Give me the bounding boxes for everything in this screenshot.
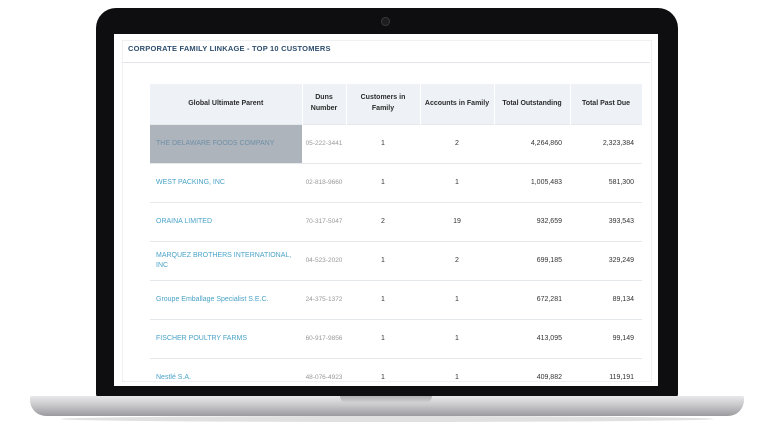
- accounts-in-family: 1: [420, 319, 494, 359]
- total-outstanding: 409,882: [494, 358, 570, 386]
- customers-in-family: 1: [346, 319, 420, 359]
- accounts-in-family: 1: [420, 163, 494, 203]
- laptop-shadow: [60, 416, 714, 422]
- table-row: FISCHER POULTRY FARMS 60-917-9856 1 1 41…: [150, 319, 642, 359]
- customers-in-family: 1: [346, 124, 420, 164]
- column-header-customers[interactable]: Customers in Family: [346, 84, 421, 125]
- table-row: Nestlé S.A. 48-076-4923 1 1 409,882 119,…: [150, 358, 642, 386]
- laptop-notch: [340, 396, 432, 403]
- laptop-lid: CORPORATE FAMILY LINKAGE - TOP 10 CUSTOM…: [96, 8, 678, 398]
- parent-link[interactable]: Nestlé S.A.: [150, 358, 302, 386]
- total-past-due: 89,134: [570, 280, 642, 320]
- column-header-parent[interactable]: Global Ultimate Parent: [150, 84, 303, 125]
- customers-in-family: 1: [346, 358, 420, 386]
- panel-divider: [122, 62, 650, 63]
- duns-number: 24-375-1372: [302, 280, 346, 320]
- panel-title: CORPORATE FAMILY LINKAGE - TOP 10 CUSTOM…: [128, 44, 331, 53]
- duns-number: 60-917-9856: [302, 319, 346, 359]
- total-outstanding: 413,095: [494, 319, 570, 359]
- total-past-due: 2,323,384: [570, 124, 642, 164]
- column-header-past-due[interactable]: Total Past Due: [570, 84, 643, 125]
- total-outstanding: 932,659: [494, 202, 570, 242]
- column-header-accounts[interactable]: Accounts in Family: [420, 84, 495, 125]
- accounts-in-family: 19: [420, 202, 494, 242]
- duns-number: 05-222-3441: [302, 124, 346, 164]
- total-past-due: 581,300: [570, 163, 642, 203]
- total-outstanding: 699,185: [494, 241, 570, 281]
- total-past-due: 393,543: [570, 202, 642, 242]
- table-row: Groupe Emballage Specialist S.E.C. 24-37…: [150, 280, 642, 320]
- total-past-due: 119,191: [570, 358, 642, 386]
- table-row: THE DELAWARE FOODS COMPANY 05-222-3441 1…: [150, 124, 642, 164]
- parent-link[interactable]: ORAINA LIMITED: [150, 202, 302, 242]
- parent-link[interactable]: MARQUEZ BROTHERS INTERNATIONAL, INC: [150, 241, 302, 281]
- total-past-due: 99,149: [570, 319, 642, 359]
- column-header-duns[interactable]: Duns Number: [302, 84, 347, 125]
- table-header-row: Global Ultimate Parent Duns Number Custo…: [150, 84, 643, 125]
- parent-link[interactable]: WEST PACKING, INC: [150, 163, 302, 203]
- camera-icon: [381, 17, 390, 26]
- table-row: WEST PACKING, INC 02-818-9660 1 1 1,005,…: [150, 163, 642, 203]
- duns-number: 48-076-4923: [302, 358, 346, 386]
- accounts-in-family: 1: [420, 280, 494, 320]
- total-past-due: 329,249: [570, 241, 642, 281]
- total-outstanding: 4,264,860: [494, 124, 570, 164]
- table-row: MARQUEZ BROTHERS INTERNATIONAL, INC 04-5…: [150, 241, 642, 281]
- column-header-outstanding[interactable]: Total Outstanding: [494, 84, 571, 125]
- duns-number: 04-523-2020: [302, 241, 346, 281]
- accounts-in-family: 1: [420, 358, 494, 386]
- duns-number: 02-818-9660: [302, 163, 346, 203]
- customers-in-family: 1: [346, 280, 420, 320]
- table-row: ORAINA LIMITED 70-317-5047 2 19 932,659 …: [150, 202, 642, 242]
- parent-link[interactable]: Groupe Emballage Specialist S.E.C.: [150, 280, 302, 320]
- customers-in-family: 1: [346, 241, 420, 281]
- total-outstanding: 672,281: [494, 280, 570, 320]
- parent-link[interactable]: THE DELAWARE FOODS COMPANY: [150, 124, 302, 164]
- duns-number: 70-317-5047: [302, 202, 346, 242]
- parent-link[interactable]: FISCHER POULTRY FARMS: [150, 319, 302, 359]
- customers-in-family: 1: [346, 163, 420, 203]
- customers-in-family: 2: [346, 202, 420, 242]
- total-outstanding: 1,005,483: [494, 163, 570, 203]
- customers-table: Global Ultimate Parent Duns Number Custo…: [150, 84, 643, 386]
- laptop-base: [30, 396, 744, 416]
- accounts-in-family: 2: [420, 241, 494, 281]
- laptop-screen: CORPORATE FAMILY LINKAGE - TOP 10 CUSTOM…: [114, 34, 658, 386]
- accounts-in-family: 2: [420, 124, 494, 164]
